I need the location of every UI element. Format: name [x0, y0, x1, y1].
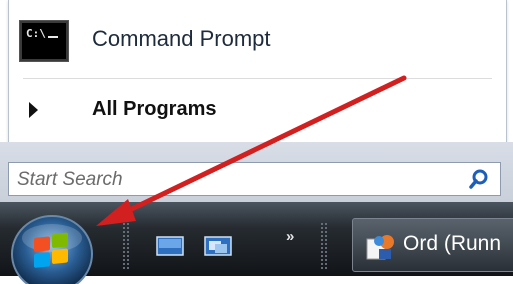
show-desktop-icon[interactable] — [156, 236, 184, 256]
start-button[interactable] — [10, 214, 96, 284]
taskbar-grip[interactable] — [122, 222, 130, 270]
search-input[interactable]: Start Search — [8, 162, 501, 196]
menu-item-label: Command Prompt — [92, 26, 271, 51]
search-icon[interactable] — [468, 168, 490, 190]
start-menu-panel: C:\ Command Prompt All Programs — [8, 0, 507, 143]
taskbar-button-label: Ord (Runn — [403, 232, 502, 255]
menu-separator — [23, 78, 492, 79]
switch-windows-icon[interactable] — [204, 236, 232, 256]
command-prompt-icon-text: C:\ — [26, 27, 46, 40]
quick-launch-overflow-button[interactable]: » — [286, 228, 294, 245]
menu-item-label: All Programs — [92, 98, 217, 120]
search-placeholder: Start Search — [17, 169, 123, 190]
menu-item-all-programs[interactable]: All Programs — [9, 86, 506, 136]
arrow-right-icon — [29, 102, 38, 118]
taskbar-grip[interactable] — [320, 222, 328, 270]
taskbar: » Ord (Runn — [0, 202, 513, 284]
command-prompt-icon: C:\ — [19, 20, 69, 62]
cursor-glyph — [48, 36, 58, 38]
search-area: Start Search — [0, 142, 513, 202]
menu-item-command-prompt[interactable]: C:\ Command Prompt — [9, 12, 506, 70]
taskbar-button-word[interactable]: Ord (Runn — [352, 218, 513, 272]
word-app-icon — [366, 235, 394, 260]
